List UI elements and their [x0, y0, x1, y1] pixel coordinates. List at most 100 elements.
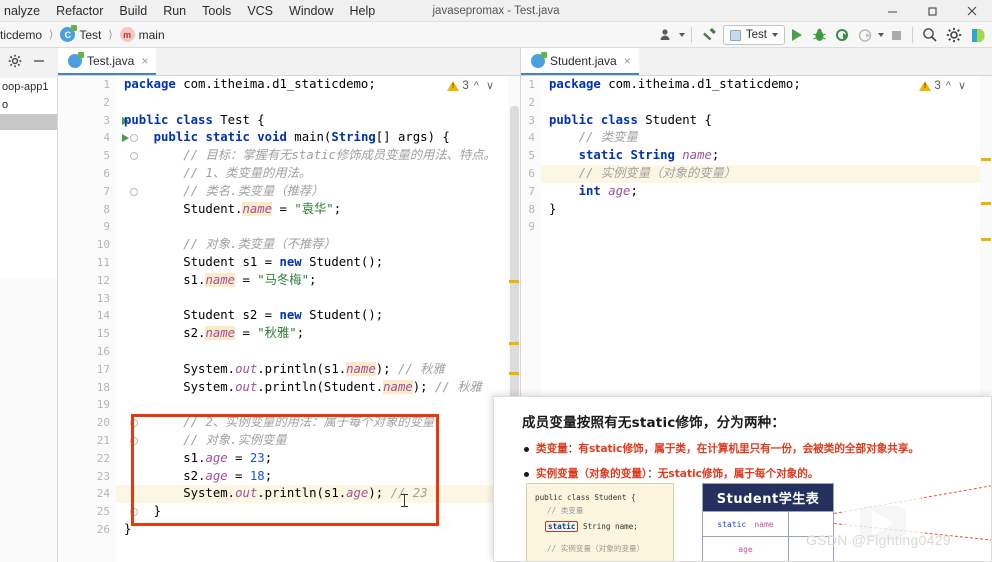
- line-number[interactable]: 8: [521, 201, 541, 219]
- code-line[interactable]: // 实例变量（对象的变量）: [541, 164, 992, 183]
- code-line[interactable]: }: [116, 503, 520, 521]
- project-tree[interactable]: oop-app1 o: [0, 78, 58, 278]
- code-line[interactable]: Student s2 = new Student();: [116, 307, 520, 325]
- code-line[interactable]: // 类变量: [541, 129, 992, 147]
- code-line[interactable]: }: [541, 201, 992, 219]
- chevron-up-icon[interactable]: ^: [472, 80, 481, 92]
- breadcrumb-item-package[interactable]: ticdemo: [0, 28, 42, 42]
- code-line[interactable]: // 类名.类变量（推荐）: [116, 183, 520, 201]
- collapse-icon[interactable]: [32, 54, 46, 73]
- code-line[interactable]: s1.age = 23;: [116, 450, 520, 468]
- code-line[interactable]: // 对象.类变量（不推荐）: [116, 236, 520, 254]
- inspection-widget-left[interactable]: 3 ^ ∨: [447, 79, 496, 92]
- search-icon[interactable]: [919, 24, 941, 46]
- line-number[interactable]: 6: [58, 165, 116, 183]
- code-line[interactable]: [116, 94, 520, 112]
- chevron-up-icon[interactable]: ^: [944, 80, 953, 92]
- line-number[interactable]: 16: [58, 343, 116, 361]
- code-line[interactable]: }: [116, 521, 520, 539]
- code-line[interactable]: Student.name = "袁华";: [116, 201, 520, 219]
- warning-marker[interactable]: [509, 372, 519, 375]
- code-line[interactable]: System.out.println(s1.name); // 秋雅: [116, 361, 520, 379]
- line-number[interactable]: 15: [58, 325, 116, 343]
- code-line[interactable]: [541, 218, 992, 236]
- line-number[interactable]: 21: [58, 432, 138, 450]
- code-line[interactable]: public class Student {: [541, 112, 992, 130]
- code-editor-left[interactable]: 1 2 3 4 5 6 7 8 9 10 11 12 13 14 15 16 17 18 19 20 21 22 23 24 2…: [58, 76, 520, 562]
- chevron-down-icon[interactable]: [878, 33, 884, 37]
- chevron-down-icon[interactable]: [678, 33, 685, 37]
- line-number[interactable]: 13: [58, 290, 116, 308]
- line-number[interactable]: 5: [58, 147, 138, 165]
- breadcrumb-item-class[interactable]: Test: [79, 28, 101, 42]
- code-line[interactable]: int age;: [541, 183, 992, 201]
- breadcrumb-item-method[interactable]: main: [139, 28, 165, 42]
- code-content-left[interactable]: package com.itheima.d1_staticdemo; public…: [116, 76, 520, 562]
- menu-item-analyze[interactable]: nalyze: [0, 1, 48, 21]
- line-number[interactable]: 8: [58, 201, 116, 219]
- line-number[interactable]: 4: [58, 129, 138, 147]
- tab-student-java[interactable]: Student.java ×: [521, 48, 639, 75]
- gear-icon[interactable]: [943, 24, 965, 46]
- line-number[interactable]: 7: [58, 183, 138, 201]
- code-line[interactable]: System.out.println(s1.age); // 23: [116, 485, 520, 504]
- line-number[interactable]: 10: [58, 236, 116, 254]
- code-line[interactable]: // 对象.实例变量: [116, 432, 520, 450]
- menu-item-window[interactable]: Window: [281, 1, 341, 21]
- warning-marker[interactable]: [981, 202, 991, 205]
- line-number[interactable]: 4: [521, 129, 541, 147]
- run-with-coverage-icon[interactable]: [832, 24, 853, 46]
- warning-marker[interactable]: [509, 280, 519, 283]
- line-number[interactable]: 26: [58, 521, 116, 539]
- line-number[interactable]: 23: [58, 468, 116, 486]
- menu-item-build[interactable]: Build: [111, 1, 155, 21]
- gear-icon[interactable]: [8, 54, 22, 73]
- line-number[interactable]: 14: [58, 307, 116, 325]
- chevron-down-icon[interactable]: ∨: [956, 79, 968, 92]
- close-icon[interactable]: ×: [141, 54, 148, 68]
- code-line[interactable]: [116, 218, 520, 236]
- code-line[interactable]: static String name;: [541, 147, 992, 165]
- code-line[interactable]: s1.name = "马冬梅";: [116, 272, 520, 290]
- chevron-down-icon[interactable]: ∨: [484, 79, 496, 92]
- debug-bug-icon[interactable]: [809, 24, 830, 46]
- stop-icon[interactable]: [886, 24, 906, 46]
- user-profile-icon[interactable]: [656, 24, 677, 46]
- project-tree-item[interactable]: oop-app1: [0, 78, 57, 96]
- line-number[interactable]: 3: [58, 112, 129, 130]
- line-number[interactable]: 7: [521, 183, 541, 201]
- code-line[interactable]: s2.age = 18;: [116, 468, 520, 486]
- line-number[interactable]: 5: [521, 147, 541, 165]
- line-number[interactable]: 1: [521, 76, 541, 94]
- profiler-icon[interactable]: [855, 24, 876, 46]
- code-line[interactable]: [541, 94, 992, 112]
- line-number[interactable]: 22: [58, 450, 116, 468]
- code-line[interactable]: s2.name = "秋雅";: [116, 325, 520, 343]
- line-number[interactable]: 25: [58, 503, 138, 521]
- line-number[interactable]: 24: [58, 485, 116, 503]
- code-line[interactable]: [116, 396, 520, 414]
- code-line[interactable]: System.out.println(Student.name); // 秋雅: [116, 379, 520, 397]
- line-number[interactable]: 17: [58, 361, 116, 379]
- close-icon[interactable]: [952, 0, 992, 22]
- menu-item-help[interactable]: Help: [341, 1, 383, 21]
- code-line[interactable]: public static void main(String[] args) {: [116, 129, 520, 147]
- line-number[interactable]: 20: [58, 414, 138, 432]
- line-number[interactable]: 9: [58, 218, 116, 236]
- project-tree-item[interactable]: o: [0, 96, 57, 114]
- gutter-left[interactable]: 1 2 3 4 5 6 7 8 9 10 11 12 13 14 15 16 17 18 19 20 21 22 23 24 2…: [58, 76, 138, 562]
- close-icon[interactable]: ×: [624, 54, 631, 68]
- run-configuration-selector[interactable]: Test: [722, 25, 785, 45]
- project-tree-item-selected[interactable]: [0, 114, 57, 130]
- code-line[interactable]: // 1、类变量的用法。: [116, 165, 520, 183]
- code-line[interactable]: public class Test {: [116, 112, 520, 130]
- line-number[interactable]: 2: [58, 94, 116, 112]
- hammer-build-icon[interactable]: [698, 24, 721, 46]
- line-number[interactable]: 19: [58, 396, 116, 414]
- line-number[interactable]: 6: [521, 165, 541, 183]
- line-number[interactable]: 1: [58, 76, 116, 94]
- warning-marker[interactable]: [981, 158, 991, 161]
- run-icon[interactable]: [787, 24, 807, 46]
- minimize-icon[interactable]: [872, 0, 912, 22]
- code-line[interactable]: Student s1 = new Student();: [116, 254, 520, 272]
